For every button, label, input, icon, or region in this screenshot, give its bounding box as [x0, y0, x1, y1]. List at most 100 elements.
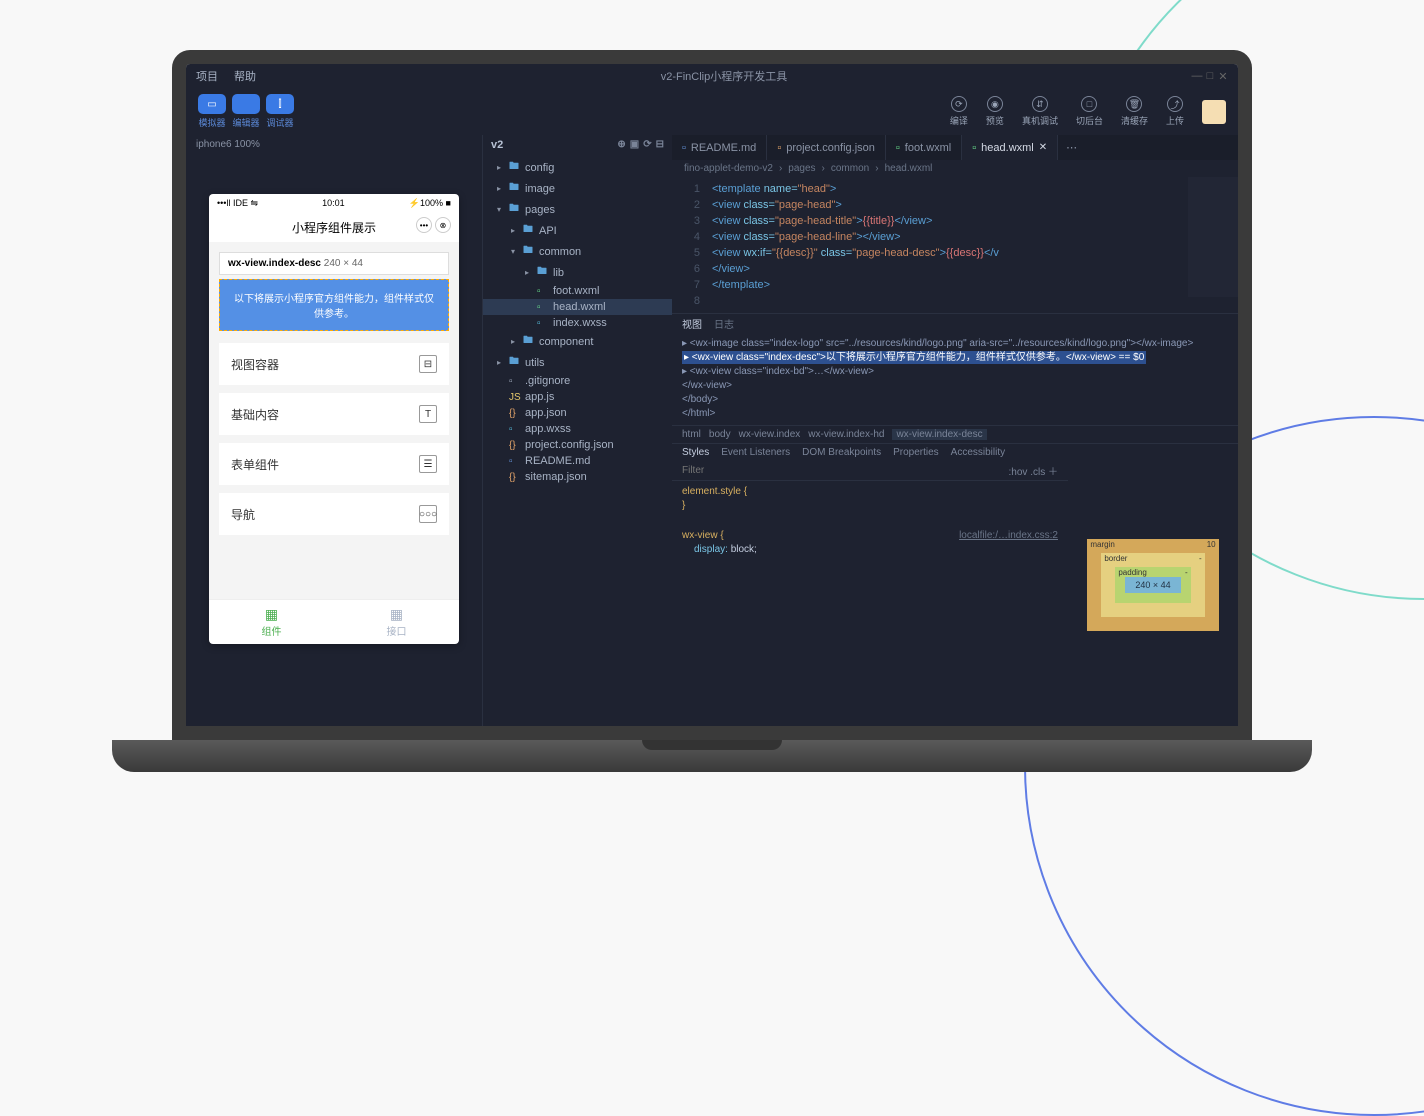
app-title-text: 小程序组件展示	[292, 221, 376, 235]
tab-head.wxml[interactable]: ▫head.wxml✕	[962, 135, 1058, 160]
tree-item-API[interactable]: ▸🖿API	[483, 220, 672, 241]
tab-foot.wxml[interactable]: ▫foot.wxml	[886, 135, 962, 160]
tab-close-icon[interactable]: ✕	[1039, 142, 1047, 153]
style-tab[interactable]: Accessibility	[951, 447, 1005, 458]
tab-more-icon[interactable]: ⋯	[1058, 135, 1085, 160]
dom-path-item[interactable]: wx-view.index-desc	[892, 429, 986, 440]
crumb-item[interactable]: common	[831, 163, 869, 174]
tree-item-index.wxss[interactable]: ▫index.wxss	[483, 315, 672, 331]
toolbar-编译[interactable]: ⟳编译	[950, 96, 968, 127]
tab-README.md[interactable]: ▫README.md	[672, 135, 767, 160]
avatar[interactable]	[1202, 100, 1226, 124]
devtools: 视图日志 ▸ <wx-image class="index-logo" src=…	[672, 313, 1238, 726]
dt-tab[interactable]: 视图	[682, 316, 702, 331]
style-tab[interactable]: DOM Breakpoints	[802, 447, 881, 458]
tree-item-common[interactable]: ▾🖿common	[483, 241, 672, 262]
dom-path-item[interactable]: html	[682, 429, 701, 440]
tab-project.config.json[interactable]: ▫project.config.json	[767, 135, 886, 160]
tree-item-lib[interactable]: ▸🖿lib	[483, 262, 672, 283]
phone-tab[interactable]: ▦接口	[334, 600, 459, 644]
crumb-item[interactable]: fino-applet-demo-v2	[684, 163, 773, 174]
tree-item-app.wxss[interactable]: ▫app.wxss	[483, 421, 672, 437]
tree-item-utils[interactable]: ▸🖿utils	[483, 352, 672, 373]
menu-project[interactable]: 项目	[196, 68, 218, 84]
dom-tree[interactable]: ▸ <wx-image class="index-logo" src="../r…	[672, 333, 1238, 425]
tooltip-selector: wx-view.index-desc	[228, 258, 321, 269]
toolbar-编辑器[interactable]: 编辑器	[232, 94, 260, 129]
device-label: iphone6 100%	[186, 135, 482, 154]
new-folder-icon[interactable]: ▣	[630, 139, 639, 151]
dom-path-item[interactable]: body	[709, 429, 731, 440]
toolbar-切后台[interactable]: □切后台	[1076, 96, 1103, 127]
maximize-icon[interactable]: □	[1205, 71, 1215, 81]
tree-item-head.wxml[interactable]: ▫head.wxml	[483, 299, 672, 315]
camera-dot	[709, 56, 715, 62]
crumb-item[interactable]: pages	[788, 163, 815, 174]
bm-margin-val: 10	[1207, 540, 1216, 549]
list-item[interactable]: 表单组件☰	[219, 443, 449, 485]
collapse-icon[interactable]: ⊟	[656, 139, 664, 151]
bm-padding-label: padding	[1118, 568, 1146, 577]
minimize-icon[interactable]: —	[1192, 71, 1202, 81]
hov-toggle[interactable]: :hov .cls ＋	[1009, 463, 1058, 478]
simulator-panel: iphone6 100% •••ll IDE ⇋ 10:01 ⚡100% ■ 小…	[186, 135, 482, 726]
styles-filter-input[interactable]	[682, 463, 1009, 478]
ide-window: 项目 帮助 v2-FinClip小程序开发工具 — □ ✕ ▭模拟器编辑器⫿调试…	[186, 64, 1238, 726]
tree-item-README.md[interactable]: ▫README.md	[483, 453, 672, 469]
toolbar-预览[interactable]: ◉预览	[986, 96, 1004, 127]
list-item[interactable]: 导航○○○	[219, 493, 449, 535]
bm-margin-label: margin	[1090, 540, 1114, 549]
style-tab[interactable]: Event Listeners	[721, 447, 790, 458]
breadcrumb: fino-applet-demo-v2›pages›common›head.wx…	[672, 160, 1238, 177]
list-item[interactable]: 视图容器⊟	[219, 343, 449, 385]
crumb-item[interactable]: head.wxml	[885, 163, 933, 174]
app-title: 小程序组件展示 ••• ⊗	[209, 213, 459, 242]
toolbar-真机调试[interactable]: ⇵真机调试	[1022, 96, 1058, 127]
tree-item-project.config.json[interactable]: {}project.config.json	[483, 437, 672, 453]
tree-item-.gitignore[interactable]: ▫.gitignore	[483, 373, 672, 389]
status-time: 10:01	[322, 198, 345, 209]
laptop-base	[112, 740, 1312, 772]
dom-path-item[interactable]: wx-view.index	[739, 429, 801, 440]
tree-item-app.js[interactable]: JSapp.js	[483, 389, 672, 405]
tree-item-component[interactable]: ▸🖿component	[483, 331, 672, 352]
phone-tab[interactable]: ▦组件	[209, 600, 334, 644]
toolbar: ▭模拟器编辑器⫿调试器 ⟳编译 ◉预览 ⇵真机调试 □切后台 🗑清缓存 ⤴上传	[186, 88, 1238, 135]
tree-item-config[interactable]: ▸🖿config	[483, 157, 672, 178]
explorer-root[interactable]: v2	[491, 139, 503, 151]
style-tab[interactable]: Styles	[682, 447, 709, 458]
dom-path-item[interactable]: wx-view.index-hd	[808, 429, 884, 440]
toolbar-调试器[interactable]: ⫿调试器	[266, 94, 294, 129]
file-explorer: v2 ⊕ ▣ ⟳ ⊟ ▸🖿config▸🖿image▾🖿pages▸🖿API▾🖿…	[482, 135, 672, 726]
close-icon[interactable]: ✕	[1218, 71, 1228, 81]
box-model: margin 10 border - padding - 240 × 44	[1068, 444, 1238, 726]
code-editor[interactable]: 1<template name="head">2 <view class="pa…	[672, 177, 1238, 313]
highlighted-element[interactable]: 以下将展示小程序官方组件能力，组件样式仅供参考。	[219, 279, 449, 331]
list-item[interactable]: 基础内容T	[219, 393, 449, 435]
close-app-icon[interactable]: ⊗	[435, 217, 451, 233]
menu-help[interactable]: 帮助	[234, 68, 256, 84]
window-title: v2-FinClip小程序开发工具	[272, 68, 1176, 84]
dt-tab[interactable]: 日志	[714, 316, 734, 331]
minimap[interactable]	[1188, 177, 1238, 297]
css-rule[interactable]: element.style {}	[672, 481, 1068, 517]
bm-border-label: border	[1104, 554, 1127, 563]
new-file-icon[interactable]: ⊕	[617, 139, 625, 151]
css-rule[interactable]: localfile:/…index.css:2wx-view {display:…	[672, 525, 1068, 561]
tree-item-app.json[interactable]: {}app.json	[483, 405, 672, 421]
tree-item-pages[interactable]: ▾🖿pages	[483, 199, 672, 220]
menu-icon[interactable]: •••	[416, 217, 432, 233]
phone-tabbar: ▦组件▦接口	[209, 599, 459, 644]
laptop-frame: 项目 帮助 v2-FinClip小程序开发工具 — □ ✕ ▭模拟器编辑器⫿调试…	[172, 50, 1252, 772]
tree-item-image[interactable]: ▸🖿image	[483, 178, 672, 199]
css-rule[interactable]: </span><div class="css-sel">.index-desc …	[672, 517, 1068, 525]
toolbar-上传[interactable]: ⤴上传	[1166, 96, 1184, 127]
editor-tabs: ▫README.md▫project.config.json▫foot.wxml…	[672, 135, 1238, 160]
toolbar-清缓存[interactable]: 🗑清缓存	[1121, 96, 1148, 127]
tree-item-foot.wxml[interactable]: ▫foot.wxml	[483, 283, 672, 299]
refresh-icon[interactable]: ⟳	[643, 139, 651, 151]
toolbar-模拟器[interactable]: ▭模拟器	[198, 94, 226, 129]
style-tab[interactable]: Properties	[893, 447, 939, 458]
tree-item-sitemap.json[interactable]: {}sitemap.json	[483, 469, 672, 485]
status-battery: ⚡100% ■	[409, 198, 451, 209]
